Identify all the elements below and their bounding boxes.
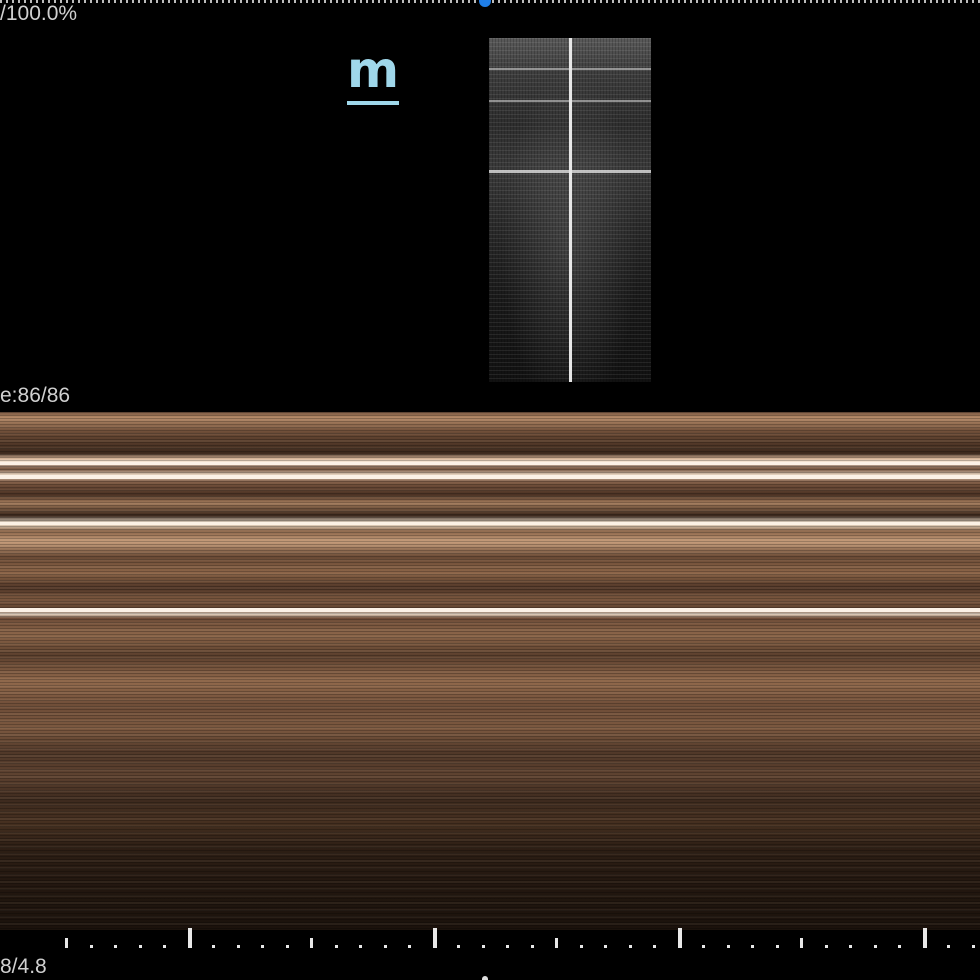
scale-readout: 8/4.8: [0, 955, 47, 978]
ruler-dot: [825, 945, 828, 948]
b-mode-preview[interactable]: [489, 38, 651, 382]
ruler-tick: [923, 928, 927, 948]
ruler-dot: [751, 945, 754, 948]
gain-readout: /100.0%: [0, 2, 78, 25]
bottom-marker-icon: [482, 976, 488, 980]
ruler-dot: [90, 945, 93, 948]
ruler-dot: [629, 945, 632, 948]
pleural-echo-line: [0, 608, 980, 612]
ruler-tick: [310, 938, 313, 948]
ruler-dot: [580, 945, 583, 948]
ruler-dot: [114, 945, 117, 948]
ruler-dot: [653, 945, 656, 948]
ruler-dot: [261, 945, 264, 948]
ruler-dot: [139, 945, 142, 948]
ruler-dot: [457, 945, 460, 948]
frame-readout: e:86/86: [0, 384, 71, 407]
ruler-dot: [359, 945, 362, 948]
ruler-dot: [384, 945, 387, 948]
echo-line: [0, 475, 980, 479]
echo-line: [0, 522, 980, 525]
ruler-tick: [188, 928, 192, 948]
m-mode-noise: [0, 412, 980, 930]
echo-line: [0, 462, 980, 465]
ruler-dot: [972, 945, 975, 948]
ruler-tick: [433, 928, 437, 948]
ruler-dot: [604, 945, 607, 948]
ruler-dot: [163, 945, 166, 948]
m-mode-cursor-line[interactable]: [569, 38, 572, 382]
ruler-dot: [727, 945, 730, 948]
ruler-tick: [678, 928, 682, 948]
ruler-dot: [531, 945, 534, 948]
ruler-dot: [849, 945, 852, 948]
ruler-dot: [874, 945, 877, 948]
mode-logo-letter: m: [346, 41, 400, 99]
m-mode-icon: m: [345, 42, 401, 108]
ruler-dot: [898, 945, 901, 948]
ruler-tick: [555, 938, 558, 948]
ruler-dot: [482, 945, 485, 948]
time-scale-ruler: [0, 928, 980, 950]
ruler-dot: [286, 945, 289, 948]
ruler-dot: [408, 945, 411, 948]
ruler-tick: [65, 938, 68, 948]
mode-logo-underline: [347, 101, 399, 105]
ruler-dot: [506, 945, 509, 948]
sweep-position-marker-icon[interactable]: [479, 0, 491, 7]
ruler-dot: [212, 945, 215, 948]
ruler-tick: [800, 938, 803, 948]
ruler-dot: [947, 945, 950, 948]
m-mode-trace[interactable]: [0, 412, 980, 930]
ruler-dot: [237, 945, 240, 948]
ruler-dot: [776, 945, 779, 948]
ruler-dot: [335, 945, 338, 948]
ruler-dot: [702, 945, 705, 948]
